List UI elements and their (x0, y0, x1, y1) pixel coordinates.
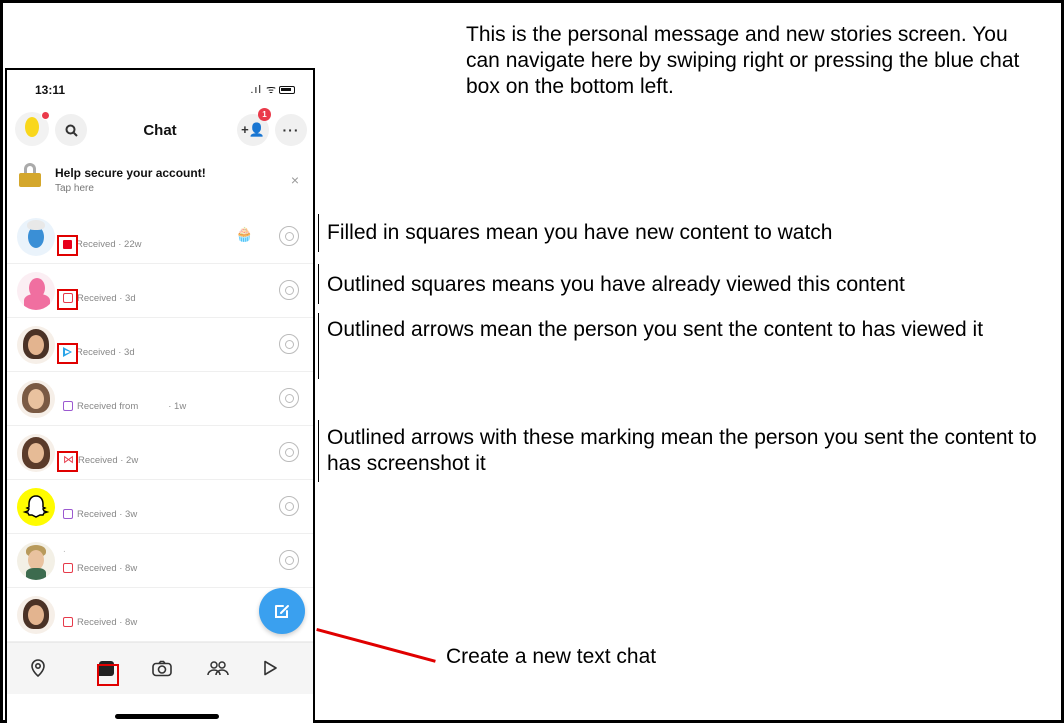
opened-snap-square-icon (63, 617, 73, 627)
divider-line (318, 264, 319, 304)
chat-row[interactable]: Received from · 1w (7, 372, 313, 426)
divider-line (318, 214, 319, 252)
opened-chat-square-icon (63, 401, 73, 411)
phone-screen: 13:11 .ıl ᯤ Chat +👤 1 ··· Help secure yo… (5, 68, 315, 723)
camera-tab[interactable] (147, 655, 177, 681)
add-friend-icon: +👤 (241, 122, 265, 137)
lock-icon (19, 163, 41, 187)
stories-icon (207, 661, 229, 676)
camera-reply-icon[interactable] (279, 550, 299, 570)
filled-squares-annotation: Filled in squares mean you have new cont… (327, 221, 833, 244)
spotlight-tab[interactable] (255, 655, 285, 681)
map-tab[interactable] (23, 655, 53, 681)
outlined-squares-annotation: Outlined squares means you have already … (327, 273, 905, 296)
divider-line (318, 313, 319, 379)
camera-reply-icon[interactable] (279, 226, 299, 246)
highlight-box (57, 343, 78, 364)
intro-annotation: This is the personal message and new sto… (466, 23, 1020, 98)
banner-subtitle: Tap here (55, 183, 94, 194)
avatar (17, 488, 55, 526)
chat-status: Received · 3w (63, 507, 137, 521)
camera-reply-icon[interactable] (279, 388, 299, 408)
chat-row[interactable]: Received · 3d (7, 318, 313, 372)
avatar (17, 326, 55, 364)
chat-status: Received · 8w (63, 615, 137, 629)
camera-reply-icon[interactable] (279, 496, 299, 516)
chat-row[interactable]: Received · 3w (7, 480, 313, 534)
battery-icon (279, 86, 295, 94)
chat-status: Received from · 1w (63, 399, 186, 413)
avatar (17, 434, 55, 472)
chat-row[interactable]: . Received · 8w (7, 534, 313, 588)
highlight-box (57, 289, 78, 310)
highlight-box (97, 664, 119, 686)
secure-account-banner[interactable]: Help secure your account! Tap here × (7, 156, 313, 204)
chat-row[interactable]: Received · 22w 🧁 (7, 210, 313, 264)
stories-tab[interactable] (203, 655, 233, 681)
status-bar: 13:11 .ıl ᯤ (7, 70, 313, 108)
close-icon[interactable]: × (291, 172, 299, 188)
more-button[interactable]: ··· (275, 114, 307, 146)
avatar (17, 218, 55, 256)
chat-row[interactable]: ⋈ Received · 2w (7, 426, 313, 480)
chat-header: Chat +👤 1 ··· (7, 108, 313, 152)
camera-reply-icon[interactable] (279, 280, 299, 300)
highlight-box (57, 451, 78, 472)
signal-wifi-icon: .ıl ᯤ (250, 84, 277, 96)
banner-title: Help secure your account! (55, 166, 206, 180)
avatar (17, 596, 55, 634)
chat-status: Received · 8w (63, 561, 137, 575)
status-time: 13:11 (35, 83, 66, 97)
create-chat-annotation: Create a new text chat (446, 645, 657, 668)
bottom-tab-bar (7, 642, 313, 694)
new-chat-button[interactable] (259, 588, 305, 634)
notification-dot (41, 111, 50, 120)
opened-chat-square-icon (63, 509, 73, 519)
avatar (17, 380, 55, 418)
map-icon (31, 659, 45, 677)
opened-snap-square-icon (63, 563, 73, 573)
bitmoji-icon: 🧁 (235, 226, 253, 242)
friend-request-badge: 1 (258, 108, 271, 121)
avatar (17, 542, 55, 580)
divider-line (318, 420, 319, 482)
avatar (17, 272, 55, 310)
outlined-arrows-annotation: Outlined arrows mean the person you sent… (327, 318, 984, 341)
ghost-icon (22, 495, 50, 518)
more-icon: ··· (282, 122, 300, 138)
status-icons: .ıl ᯤ (250, 82, 295, 97)
camera-reply-icon[interactable] (279, 442, 299, 462)
camera-icon (152, 660, 172, 676)
camera-reply-icon[interactable] (279, 334, 299, 354)
home-indicator (115, 714, 219, 719)
contact-name: . (63, 544, 66, 555)
spotlight-icon (264, 660, 277, 676)
highlight-box (57, 235, 78, 256)
screenshot-arrows-annotation: Outlined arrows with these marking mean … (327, 426, 1037, 475)
chat-row[interactable]: Received · 3d (7, 264, 313, 318)
new-chat-icon (275, 605, 289, 618)
